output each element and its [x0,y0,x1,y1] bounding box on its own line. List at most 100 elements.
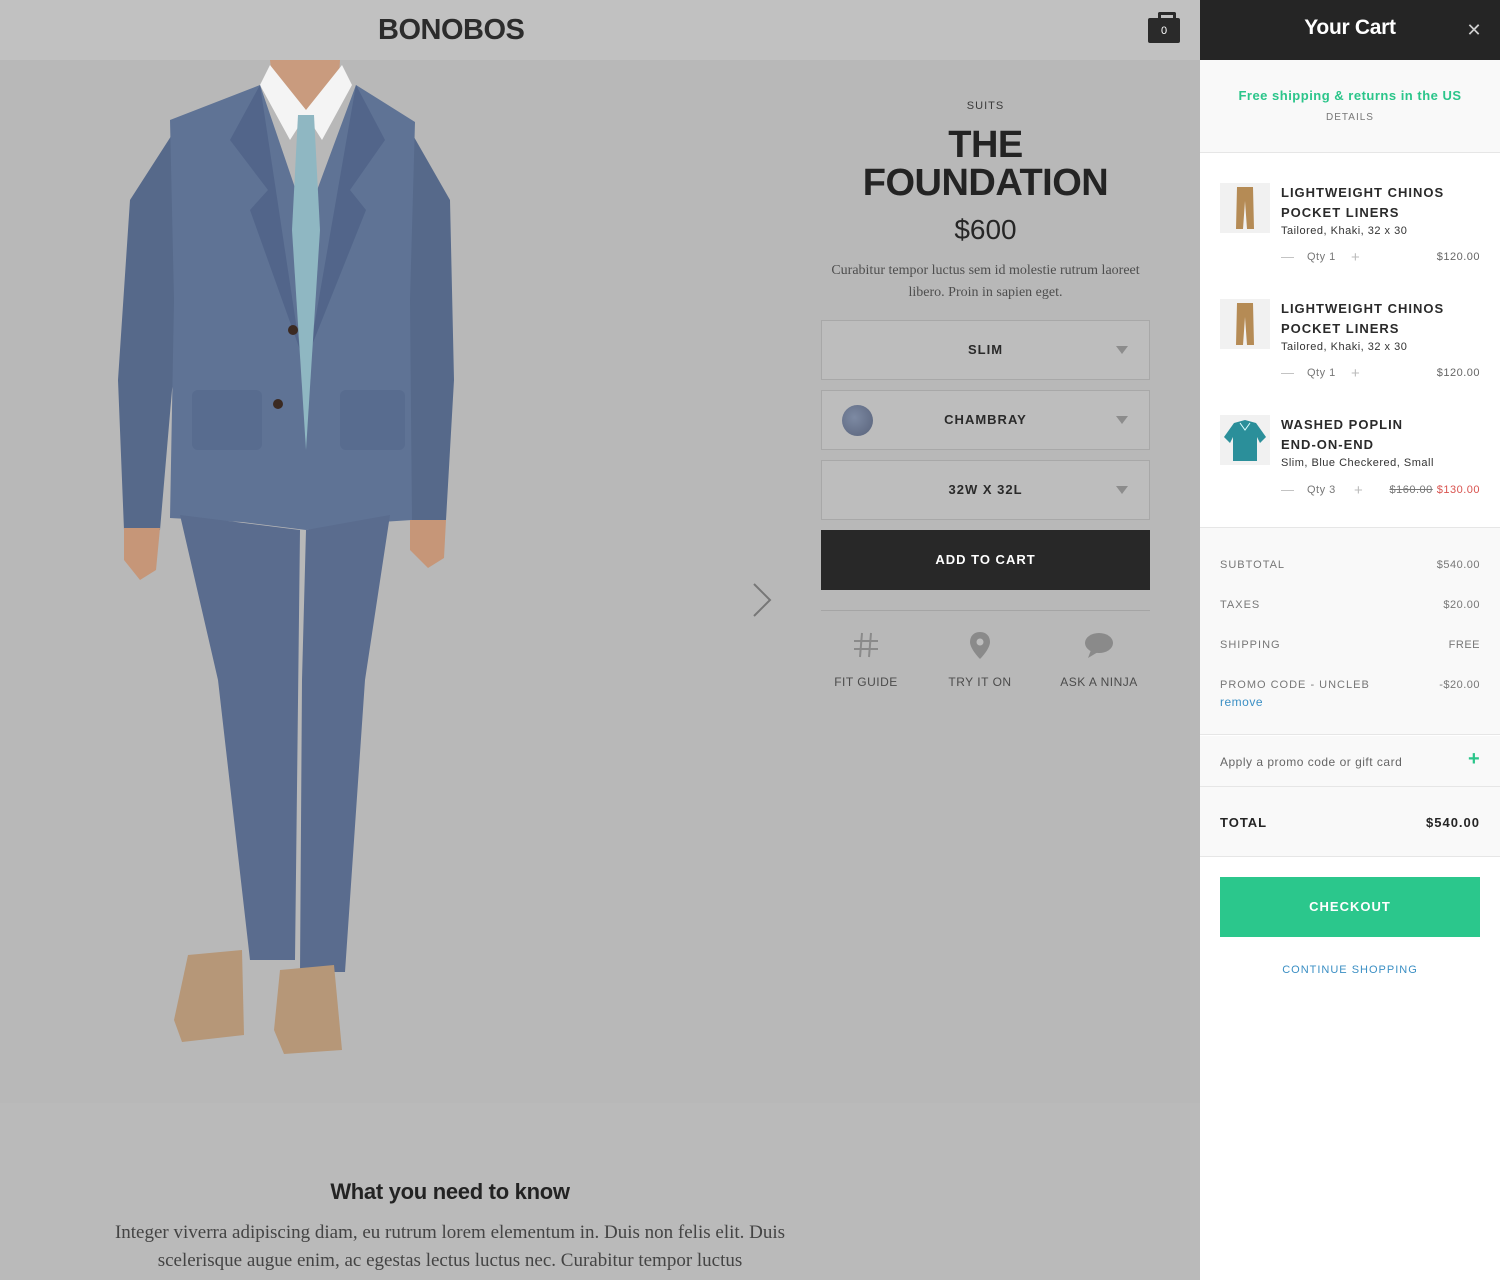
ask-a-ninja-link[interactable]: ASK A NINJA [1059,630,1139,689]
blue-checkered-shirt-thumbnail [1220,415,1270,465]
cart-item-qty-row: — Qty 1 + $120.00 [1281,365,1480,382]
minus-icon[interactable]: — [1281,483,1294,496]
color-swatch [842,405,873,436]
cart-item-price: $160.00 $130.00 [1389,484,1480,496]
total-label: TOTAL [1220,815,1268,830]
caret-down-icon [1116,346,1128,354]
shipping-banner: Free shipping & returns in the US DETAIL… [1200,60,1500,153]
size-select-value: 32W X 32L [948,482,1023,497]
plus-icon[interactable]: + [1354,482,1363,499]
taxes-row: TAXES $20.00 [1220,599,1480,611]
fit-select[interactable]: SLIM [821,320,1150,380]
color-select-value: CHAMBRAY [944,412,1027,427]
cart-title: Your Cart [1304,16,1396,39]
product-title-line2: FOUNDATION [862,162,1109,204]
shopping-bag-icon[interactable]: 0 [1148,12,1180,43]
cart-item-name[interactable]: LIGHTWEIGHT CHINOS POCKET LINERS [1281,299,1481,339]
plus-icon[interactable]: + [1468,748,1480,771]
fit-guide-label: FIT GUIDE [834,675,898,689]
promo-value: -$20.00 [1439,679,1480,691]
promo-label: PROMO CODE - UNCLEB [1220,679,1370,691]
cart-item-qty: Qty 3 [1307,484,1336,496]
subtotal-row: SUBTOTAL $540.00 [1220,559,1480,571]
plus-icon[interactable]: + [1351,249,1360,266]
minus-icon[interactable]: — [1281,366,1294,379]
location-pin-icon [970,632,990,659]
product-title: THE FOUNDATION [821,126,1150,202]
cart-item-desc: Slim, Blue Checkered, Small [1281,457,1434,469]
cart-item-name-line1: WASHED POPLIN [1281,417,1404,432]
cart-item-price: $120.00 [1436,251,1480,263]
product-description: Curabitur tempor luctus sem id molestie … [831,263,1140,300]
hash-icon [854,632,878,658]
khaki-chinos-thumbnail [1220,183,1270,233]
promo-prompt[interactable]: Apply a promo code or gift card [1220,755,1402,769]
color-select[interactable]: CHAMBRAY [821,390,1150,450]
cart-item-desc: Tailored, Khaki, 32 x 30 [1281,225,1408,237]
free-shipping-note: Free shipping & returns in the US [1238,88,1462,103]
cart-item-original-price: $160.00 [1389,484,1433,496]
caret-down-icon [1116,416,1128,424]
product-title-line1: THE [948,124,1023,166]
cart-item-name-line1: LIGHTWEIGHT CHINOS [1281,301,1445,316]
cart-item-price: $120.00 [1436,367,1480,379]
ask-a-ninja-label: ASK A NINJA [1060,675,1138,689]
cart-item-qty: Qty 1 [1307,367,1336,379]
cart-item: LIGHTWEIGHT CHINOS POCKET LINERS Tailore… [1220,183,1480,273]
product-image [118,60,454,1054]
cart-item-name-line1: LIGHTWEIGHT CHINOS [1281,185,1445,200]
info-body: Integer viverra adipiscing diam, eu rutr… [114,1222,786,1271]
total-row: TOTAL $540.00 [1200,787,1500,857]
promo-row: PROMO CODE - UNCLEB -$20.00 [1220,679,1480,691]
try-it-on-link[interactable]: TRY IT ON [946,630,1014,689]
product-price: $600 [954,214,1017,245]
info-section: What you need to know Integer viverra ad… [0,1103,1200,1280]
cart-item-qty: Qty 1 [1307,251,1336,263]
brand-logo[interactable]: BONOBOS [378,14,525,47]
order-summary: SUBTOTAL $540.00 TAXES $20.00 SHIPPING F… [1200,527,1500,735]
close-icon[interactable]: ✕ [1462,18,1486,42]
cart-item-name[interactable]: LIGHTWEIGHT CHINOS POCKET LINERS [1281,183,1481,223]
shipping-row: SHIPPING FREE [1220,639,1480,651]
add-to-cart-button[interactable]: ADD TO CART [821,530,1150,590]
minus-icon[interactable]: — [1281,250,1294,263]
subtotal-label: SUBTOTAL [1220,559,1286,571]
continue-shopping-link[interactable]: CONTINUE SHOPPING [1200,964,1500,976]
taxes-value: $20.00 [1443,599,1480,611]
fit-guide-link[interactable]: FIT GUIDE [833,630,899,689]
checkout-button[interactable]: CHECKOUT [1220,877,1480,937]
product-page: BONOBOS 0 SUITS THE FOUNDATION $600 Cura… [0,0,1200,1280]
remove-promo-link[interactable]: remove [1220,695,1263,709]
total-value: $540.00 [1426,815,1480,830]
fit-select-value: SLIM [967,342,1004,357]
taxes-label: TAXES [1220,599,1261,611]
khaki-chinos-thumbnail [1220,299,1270,349]
cart-item-name-line2: POCKET LINERS [1281,321,1400,336]
cart-item-name-line2: END-ON-END [1281,437,1375,452]
shipping-value: FREE [1448,639,1480,651]
size-select[interactable]: 32W X 32L [821,460,1150,520]
shipping-details-link[interactable]: DETAILS [1200,112,1500,123]
try-it-on-label: TRY IT ON [948,675,1012,689]
cart-item-qty-row: — Qty 1 + $120.00 [1281,249,1480,266]
cart-item-sale-price: $130.00 [1436,484,1480,496]
cart-item: WASHED POPLIN END-ON-END Slim, Blue Chec… [1220,415,1480,505]
subtotal-value: $540.00 [1436,559,1480,571]
cart-item: LIGHTWEIGHT CHINOS POCKET LINERS Tailore… [1220,299,1480,389]
plus-icon[interactable]: + [1351,365,1360,382]
cart-drawer: Your Cart ✕ Free shipping & returns in t… [1200,0,1500,1280]
cart-header: Your Cart ✕ [1200,0,1500,60]
cart-item-desc: Tailored, Khaki, 32 x 30 [1281,341,1408,353]
cart-item-name[interactable]: WASHED POPLIN END-ON-END [1281,415,1481,455]
divider [821,610,1150,611]
chat-bubble-icon [1085,633,1113,658]
promo-entry[interactable]: Apply a promo code or gift card + [1200,736,1500,787]
product-category[interactable]: SUITS [821,100,1150,112]
cart-item-qty-row: — Qty 3 + $160.00 $130.00 [1281,482,1480,499]
caret-down-icon [1116,486,1128,494]
info-heading: What you need to know [330,1179,570,1204]
cart-item-name-line2: POCKET LINERS [1281,205,1400,220]
next-image-arrow-icon[interactable] [748,580,778,620]
shipping-label: SHIPPING [1220,639,1281,651]
site-header: BONOBOS 0 [0,0,1200,60]
